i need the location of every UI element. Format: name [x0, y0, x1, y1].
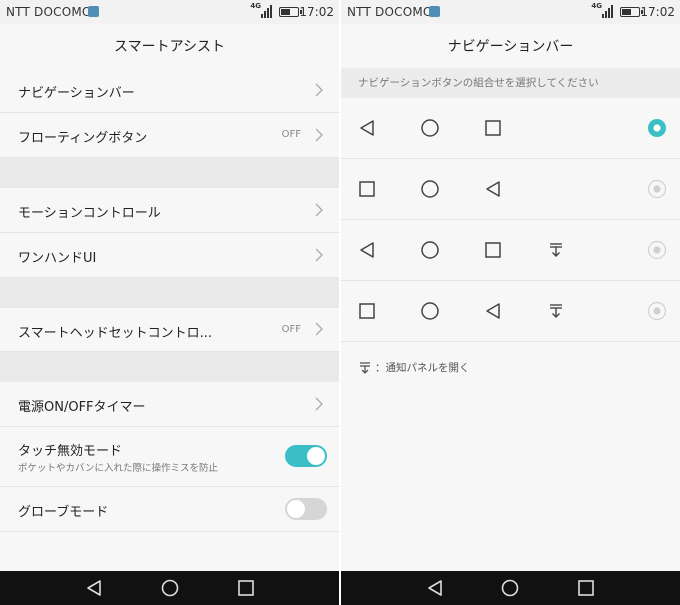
chevron-right-icon	[315, 128, 323, 142]
page-title: スマートアシスト	[0, 24, 339, 68]
nav-combination-option[interactable]	[341, 98, 680, 159]
status-bar: NTT DOCOMO 4G 17:02	[341, 0, 680, 24]
back-icon[interactable]	[426, 579, 444, 597]
nav-combination-option[interactable]	[341, 159, 680, 220]
clock: 17:02	[299, 5, 334, 19]
battery-level	[281, 9, 290, 15]
home-icon[interactable]	[161, 579, 179, 597]
system-nav-bar	[341, 571, 680, 605]
signal-icon	[602, 5, 613, 18]
notification-legend: ：通知パネルを開く	[358, 360, 470, 375]
page-title: ナビゲーションバー	[341, 24, 680, 68]
legend-text: ：通知パネルを開く	[375, 362, 470, 374]
home-icon	[421, 302, 439, 320]
battery-level	[622, 9, 631, 15]
network-type: 4G	[591, 2, 602, 10]
navigation-bar-screen: NTT DOCOMO 4G 17:02 ナビゲーションバー ナビゲーションボタン…	[341, 0, 680, 605]
section-gap	[0, 352, 339, 382]
radio-unselected[interactable]	[647, 240, 667, 260]
toggle-knob	[287, 500, 305, 518]
section-gap	[0, 278, 339, 308]
back-icon[interactable]	[85, 579, 103, 597]
chevron-right-icon	[315, 83, 323, 97]
motion-control-setting[interactable]: モーションコントロール	[0, 188, 339, 233]
sim-icon	[88, 6, 99, 17]
notification-icon	[550, 243, 562, 257]
recent-icon	[359, 181, 375, 197]
smart-assist-screen: NTT DOCOMO 4G 17:02 スマートアシスト ナビゲーションバー フ…	[0, 0, 339, 605]
row-label: モーションコントロール	[18, 206, 161, 221]
system-nav-bar	[0, 571, 339, 605]
chevron-right-icon	[315, 322, 323, 336]
smart-headset-setting[interactable]: スマートヘッドセットコントロ... OFF	[0, 308, 339, 352]
back-icon	[486, 303, 500, 319]
sim-icon	[429, 6, 440, 17]
status-bar: NTT DOCOMO 4G 17:02	[0, 0, 339, 24]
chevron-right-icon	[315, 397, 323, 411]
glove-mode-toggle[interactable]	[285, 498, 327, 520]
radio-unselected[interactable]	[647, 179, 667, 199]
radio-selected[interactable]	[647, 118, 667, 138]
row-label: タッチ無効モード	[18, 444, 123, 459]
section-gap	[0, 158, 339, 188]
home-icon	[421, 241, 439, 259]
one-hand-ui-setting[interactable]: ワンハンドUI	[0, 233, 339, 278]
battery-icon	[620, 7, 643, 17]
recent-icon	[485, 242, 501, 258]
nav-combination-option[interactable]	[341, 281, 680, 342]
selection-hint: ナビゲーションボタンの組合せを選択してください	[341, 68, 680, 98]
row-label: スマートヘッドセットコントロ...	[18, 326, 213, 341]
back-icon	[486, 181, 500, 197]
row-label: ワンハンドUI	[18, 251, 97, 266]
nav-bar-setting[interactable]: ナビゲーションバー	[0, 68, 339, 113]
chevron-right-icon	[315, 248, 323, 262]
notification-icon	[550, 304, 562, 318]
row-description: ポケットやカバンに入れた際に操作ミスを防止	[18, 463, 218, 474]
power-timer-setting[interactable]: 電源ON/OFFタイマー	[0, 382, 339, 427]
floating-button-setting[interactable]: フローティングボタン OFF	[0, 113, 339, 158]
carrier-name: NTT DOCOMO	[6, 5, 92, 19]
nav-combination-option[interactable]	[341, 220, 680, 281]
network-type: 4G	[250, 2, 261, 10]
glove-mode-setting[interactable]: グローブモード	[0, 487, 339, 532]
recent-apps-icon[interactable]	[237, 579, 255, 597]
home-icon[interactable]	[501, 579, 519, 597]
row-value: OFF	[281, 129, 301, 140]
radio-unselected[interactable]	[647, 301, 667, 321]
home-icon	[421, 180, 439, 198]
touch-disable-setting[interactable]: タッチ無効モード ポケットやカバンに入れた際に操作ミスを防止	[0, 427, 339, 487]
home-icon	[421, 119, 439, 137]
back-icon	[360, 242, 374, 258]
back-icon	[360, 120, 374, 136]
row-label: グローブモード	[18, 505, 109, 520]
recent-icon	[359, 303, 375, 319]
recent-apps-icon[interactable]	[577, 579, 595, 597]
row-label: ナビゲーションバー	[18, 86, 135, 101]
recent-icon	[485, 120, 501, 136]
signal-icon	[261, 5, 272, 18]
row-label: フローティングボタン	[18, 131, 148, 146]
chevron-right-icon	[315, 203, 323, 217]
row-value: OFF	[281, 324, 301, 335]
clock: 17:02	[640, 5, 675, 19]
toggle-knob	[307, 447, 325, 465]
touch-disable-toggle[interactable]	[285, 445, 327, 467]
row-label: 電源ON/OFFタイマー	[18, 400, 146, 415]
battery-icon	[279, 7, 302, 17]
carrier-name: NTT DOCOMO	[347, 5, 433, 19]
notification-icon	[360, 362, 370, 374]
